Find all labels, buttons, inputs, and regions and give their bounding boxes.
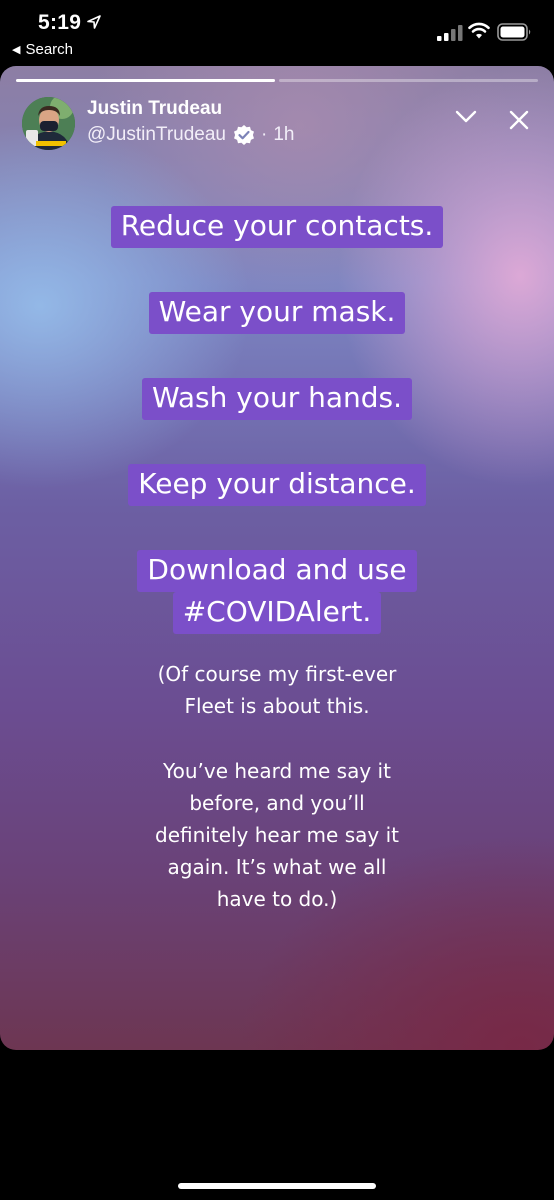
fleet-card[interactable]: Justin Trudeau @JustinTrudeau · 1h Reduc… <box>0 66 554 1050</box>
author-name[interactable]: Justin Trudeau <box>87 98 222 120</box>
avatar-portrait-icon <box>22 97 75 150</box>
meta-separator: · <box>260 124 268 145</box>
note-line: You’ve heard me say it <box>163 759 391 783</box>
highlighted-text: #COVIDAlert. <box>172 592 382 634</box>
phone-screen: 5:19 ◀ Search Justin Trudeau @JustinTrud… <box>0 0 554 1200</box>
fleet-text-line: Keep your distance. <box>0 464 554 506</box>
back-label: Search <box>25 41 73 58</box>
fleet-text-line: #COVIDAlert. <box>0 592 554 634</box>
post-time: 1h <box>273 124 295 145</box>
highlighted-text: Wash your hands. <box>141 378 413 420</box>
signal-icon <box>437 25 463 41</box>
status-bar: 5:19 ◀ Search <box>0 0 554 64</box>
back-to-search-link[interactable]: ◀ Search <box>12 41 73 58</box>
author-handle[interactable]: @JustinTrudeau <box>87 124 226 146</box>
clock: 5:19 <box>38 11 82 34</box>
highlighted-text: Keep your distance. <box>128 464 426 506</box>
back-triangle-icon: ◀ <box>12 44 21 56</box>
note-line: Fleet is about this. <box>184 694 370 718</box>
chevron-down-icon[interactable] <box>455 110 477 124</box>
fleet-text-line: Wear your mask. <box>0 292 554 334</box>
avatar[interactable] <box>22 97 75 150</box>
verified-badge-icon <box>233 125 254 145</box>
note-line: before, and you’ll <box>189 791 365 815</box>
close-icon[interactable] <box>509 110 529 130</box>
highlighted-text: Download and use <box>137 550 417 592</box>
fleet-text-line: Wash your hands. <box>0 378 554 420</box>
author-meta: @JustinTrudeau · 1h <box>87 124 294 146</box>
wifi-icon <box>468 22 490 39</box>
highlighted-text: Wear your mask. <box>148 292 406 334</box>
home-indicator[interactable] <box>178 1183 376 1189</box>
fleet-text-line: Download and use <box>0 550 554 592</box>
note-line: definitely hear me say it <box>155 823 399 847</box>
note-line: have to do.) <box>216 887 338 911</box>
progress-segment <box>16 79 275 82</box>
location-arrow-icon <box>87 15 101 29</box>
note-line: (Of course my first-ever <box>157 662 397 686</box>
highlighted-text: Reduce your contacts. <box>110 206 444 248</box>
fleet-note-paragraph: You’ve heard me say it before, and you’l… <box>0 755 554 915</box>
progress-segment <box>279 79 538 82</box>
battery-icon <box>497 23 531 41</box>
fleet-note-paragraph: (Of course my first-ever Fleet is about … <box>0 658 554 722</box>
fleet-text-line: Reduce your contacts. <box>0 206 554 248</box>
note-line: again. It’s what we all <box>167 855 387 879</box>
story-progress-bar <box>16 79 538 83</box>
